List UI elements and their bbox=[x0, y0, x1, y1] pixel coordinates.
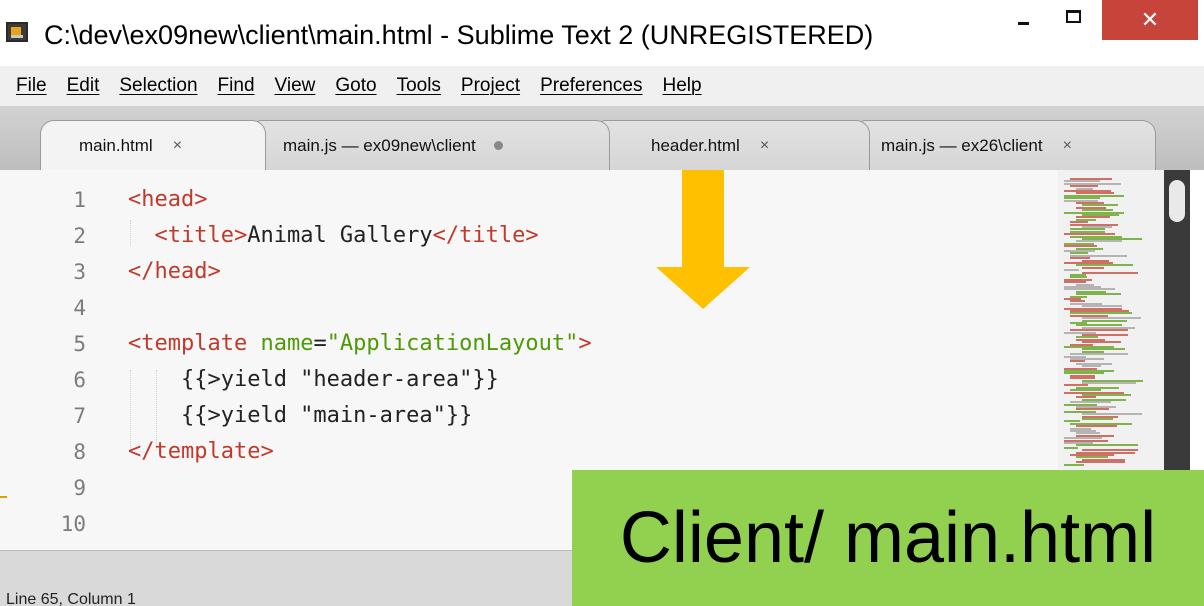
tab-bar: main.html × main.js — ex09new\client hea… bbox=[0, 106, 1204, 170]
code-line[interactable]: {{>yield "header-area"}} bbox=[128, 362, 499, 398]
minimap-line bbox=[1082, 271, 1138, 274]
tab-label: main.html bbox=[79, 135, 153, 155]
code-token: <template bbox=[128, 331, 261, 356]
window-title: C:\dev\ex09new\client\main.html - Sublim… bbox=[44, 20, 874, 50]
minimize-button[interactable] bbox=[1000, 0, 1046, 42]
line-number: 7 bbox=[73, 404, 86, 428]
cursor-position: Line 65, Column 1 bbox=[6, 591, 136, 606]
code-token: Animal Gallery bbox=[247, 223, 433, 248]
menu-find[interactable]: Find bbox=[208, 75, 265, 97]
line-number: 1 bbox=[73, 188, 86, 212]
minimap-line bbox=[1082, 266, 1104, 269]
code-line[interactable]: <title>Animal Gallery</title> bbox=[128, 218, 539, 254]
line-number: 9 bbox=[73, 476, 86, 500]
code-token: <head> bbox=[128, 187, 208, 212]
tab-label: main.js — ex09new\client bbox=[283, 135, 476, 155]
line-number: 5 bbox=[73, 332, 86, 356]
code-token: "ApplicationLayout" bbox=[326, 331, 579, 356]
code-token: {{>yield "header-area"}} bbox=[128, 367, 499, 392]
code-token: = bbox=[313, 331, 327, 356]
menu-preferences[interactable]: Preferences bbox=[530, 75, 652, 97]
menu-help[interactable]: Help bbox=[653, 75, 712, 97]
line-number-gutter: 1 2 3 4 5 6 7 8 9 10 bbox=[0, 170, 110, 550]
line-number: 2 bbox=[73, 224, 86, 248]
code-token: <title> bbox=[128, 223, 248, 248]
maximize-button[interactable] bbox=[1050, 0, 1096, 42]
code-line[interactable]: <head> bbox=[128, 182, 207, 218]
sublime-text-window: C:\dev\ex09new\client\main.html - Sublim… bbox=[0, 0, 1204, 606]
minimap-line bbox=[1082, 319, 1127, 322]
menu-file[interactable]: File bbox=[6, 75, 57, 97]
tab-label: header.html bbox=[651, 135, 740, 155]
slide-edge-mark bbox=[0, 496, 7, 498]
tab-main-js-ex09new[interactable]: main.js — ex09new\client bbox=[248, 120, 610, 170]
tab-main-html[interactable]: main.html × bbox=[40, 120, 266, 170]
sublime-text-icon[interactable] bbox=[6, 22, 28, 42]
annotation-arrow-head bbox=[656, 267, 750, 309]
menu-project[interactable]: Project bbox=[451, 75, 530, 97]
menu-selection[interactable]: Selection bbox=[109, 75, 207, 97]
menu-tools[interactable]: Tools bbox=[387, 75, 451, 97]
menu-view[interactable]: View bbox=[265, 75, 326, 97]
title-bar[interactable]: C:\dev\ex09new\client\main.html - Sublim… bbox=[0, 0, 1204, 66]
tab-header-html[interactable]: header.html × bbox=[592, 120, 870, 170]
close-tab-icon[interactable]: × bbox=[1063, 137, 1072, 155]
code-line[interactable]: </head> bbox=[128, 254, 221, 290]
close-button[interactable]: ✕ bbox=[1102, 0, 1198, 40]
minimize-icon bbox=[1017, 21, 1029, 25]
code-token: </template> bbox=[128, 439, 274, 464]
close-tab-icon[interactable]: × bbox=[760, 137, 769, 155]
menu-edit[interactable]: Edit bbox=[57, 75, 110, 97]
callout-text: Client/ main.html bbox=[619, 498, 1157, 578]
minimap-line bbox=[1076, 444, 1138, 447]
minimap-line bbox=[1064, 463, 1084, 466]
code-line[interactable]: </template> bbox=[128, 434, 274, 470]
line-number: 6 bbox=[73, 368, 86, 392]
tab-label: main.js — ex26\client bbox=[881, 135, 1043, 155]
code-token: name bbox=[260, 331, 314, 356]
menu-goto[interactable]: Goto bbox=[325, 75, 386, 97]
minimap-line bbox=[1082, 418, 1113, 420]
annotation-arrow bbox=[682, 155, 724, 267]
code-token: {{>yield "main-area"}} bbox=[128, 403, 473, 428]
line-number: 10 bbox=[60, 512, 86, 536]
code-line[interactable]: {{>yield "main-area"}} bbox=[128, 398, 472, 434]
minimap-line bbox=[1064, 269, 1079, 272]
line-number: 3 bbox=[73, 260, 86, 284]
menu-bar: File Edit Selection Find View Goto Tools… bbox=[0, 66, 1204, 106]
code-line[interactable]: <template name="ApplicationLayout"> bbox=[128, 326, 592, 362]
code-token: </head> bbox=[128, 259, 221, 284]
modified-dot-icon[interactable] bbox=[493, 141, 503, 150]
callout-label: Client/ main.html bbox=[572, 470, 1204, 606]
tab-main-js-ex26[interactable]: main.js — ex26\client × bbox=[852, 120, 1156, 170]
line-number: 8 bbox=[73, 440, 86, 464]
code-token: > bbox=[578, 331, 592, 356]
scroll-thumb[interactable] bbox=[1169, 180, 1185, 222]
line-number: 4 bbox=[73, 296, 86, 320]
minimap-line bbox=[1064, 446, 1078, 449]
minimap-line bbox=[1082, 382, 1136, 384]
code-token: </title> bbox=[432, 223, 539, 248]
close-tab-icon[interactable]: × bbox=[173, 137, 182, 155]
maximize-icon bbox=[1065, 9, 1081, 23]
